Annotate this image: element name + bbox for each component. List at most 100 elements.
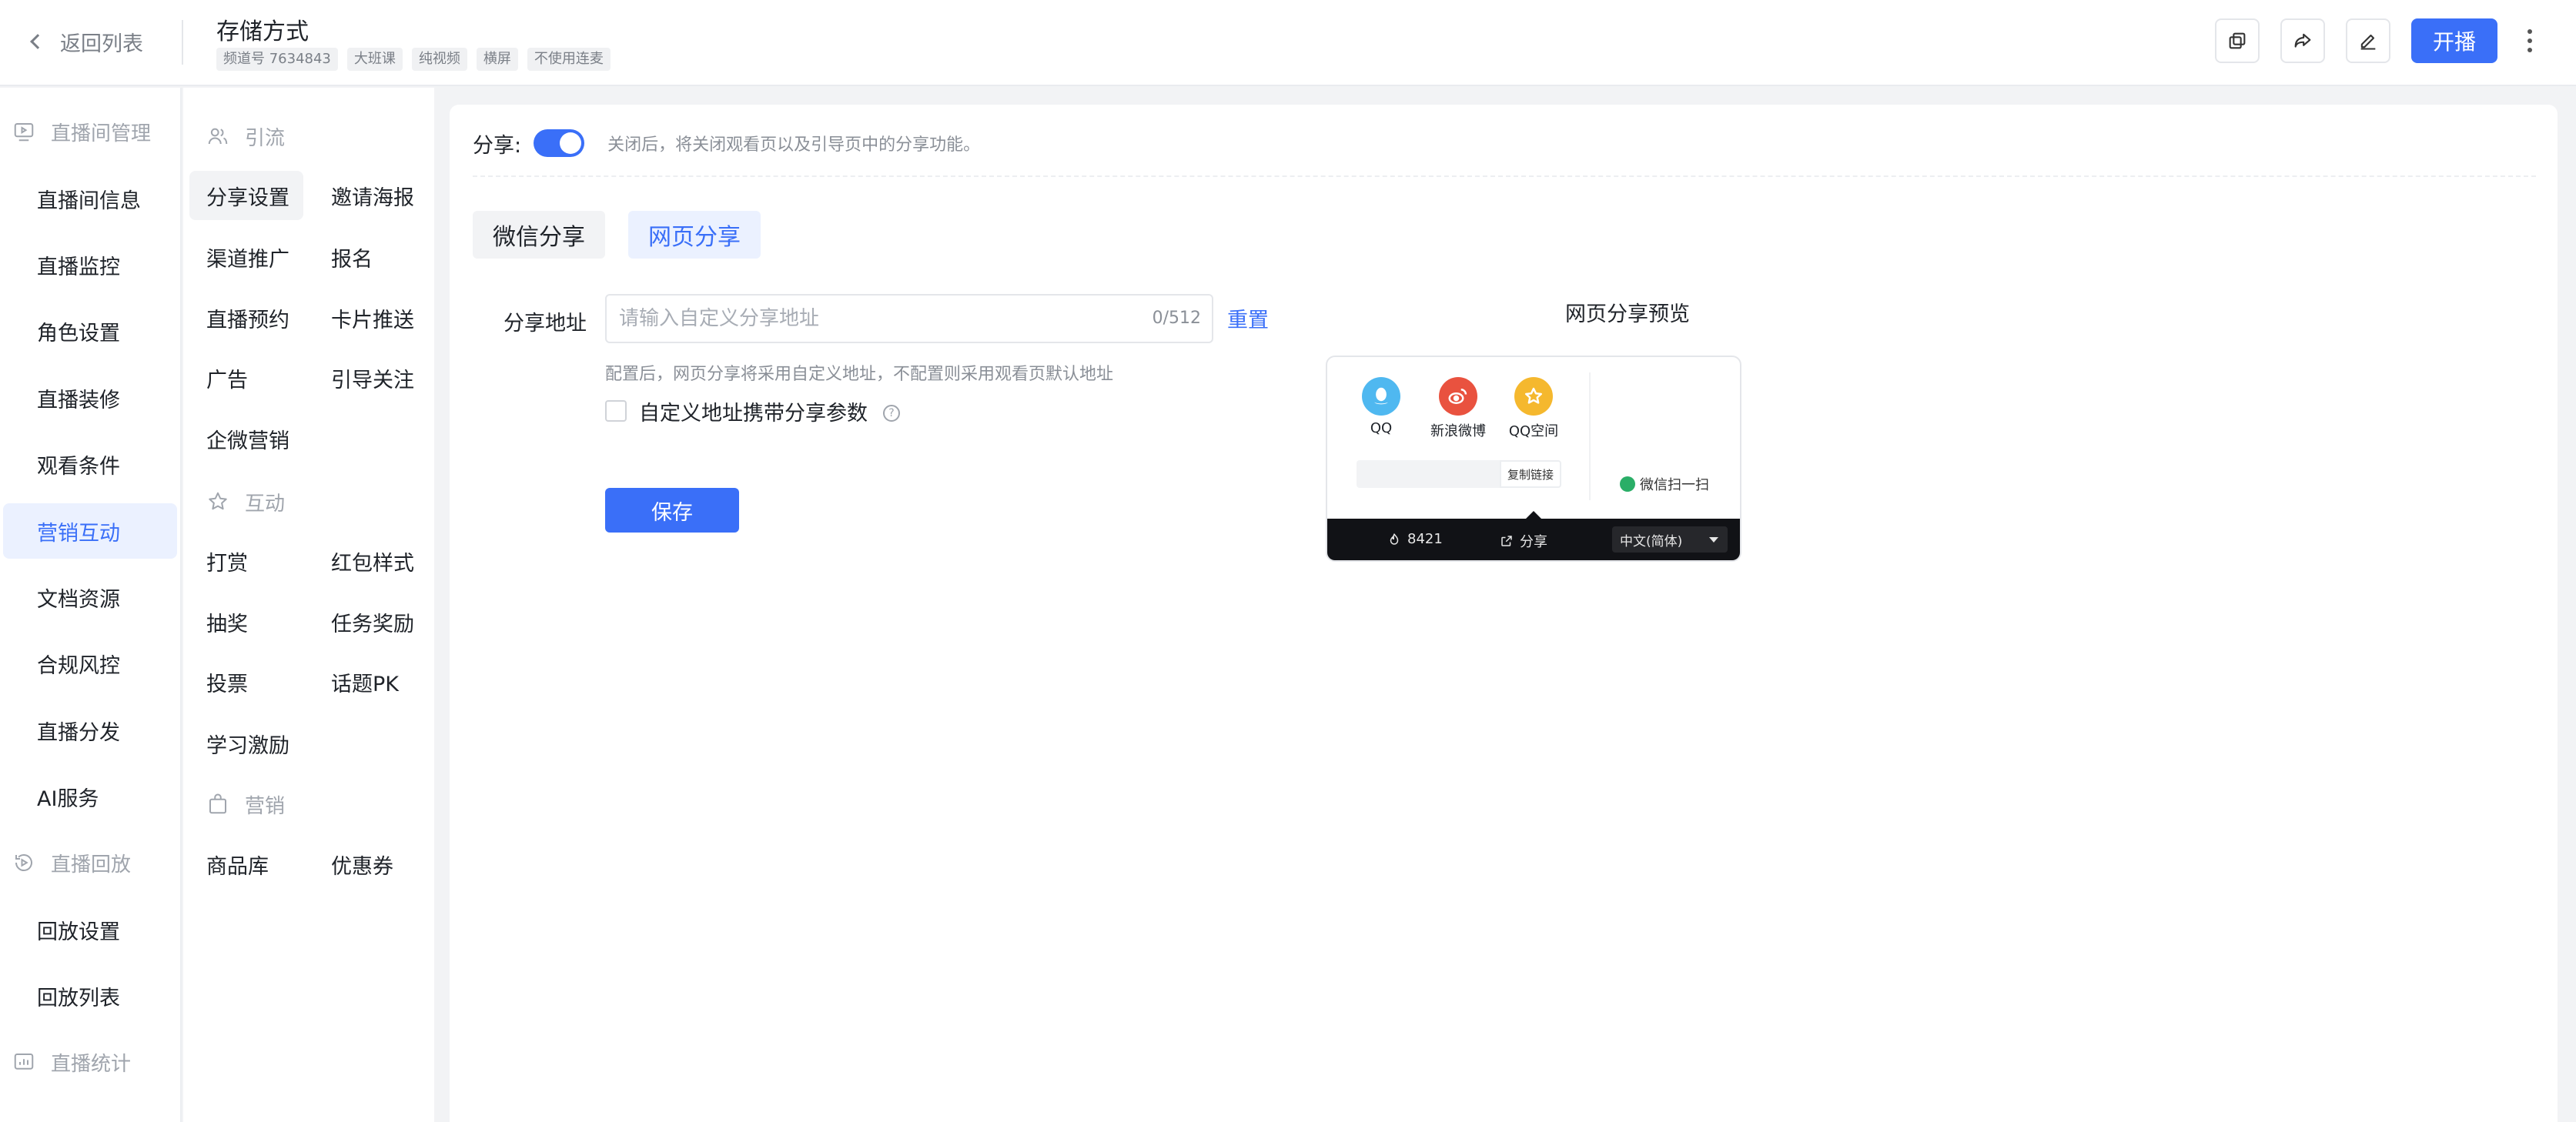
- subnav-item-topic-pk[interactable]: 话题PK: [331, 657, 399, 706]
- subnav-group-hudong: 互动: [206, 483, 285, 521]
- more-icon[interactable]: [2514, 18, 2545, 63]
- edit-button[interactable]: [2346, 18, 2390, 63]
- carry-params-row: 自定义地址携带分享参数 ?: [605, 397, 900, 426]
- sidebar-group-label: 直播回放: [51, 853, 132, 877]
- preview-social-qq: QQ: [1350, 377, 1412, 436]
- subnav-item-card-push[interactable]: 卡片推送: [331, 293, 414, 342]
- channel-tags: 频道号 7634843 大班课 纯视频 横屏 不使用连麦: [216, 48, 611, 71]
- chevron-left-icon: [30, 34, 45, 49]
- subnav-item-channel-promo[interactable]: 渠道推广: [206, 232, 289, 282]
- preview-divider: [1589, 372, 1591, 500]
- share-hint: 关闭后，将关闭观看页以及引导页中的分享功能。: [607, 135, 981, 155]
- share-url-input[interactable]: [607, 296, 1138, 342]
- replay-icon: [15, 854, 32, 872]
- back-to-list-link[interactable]: 返回列表: [23, 26, 143, 57]
- sidebar-item-compliance[interactable]: 合规风控: [0, 636, 179, 691]
- page-title: 存储方式: [216, 18, 309, 45]
- sidebar-group-live-room: 直播间管理: [0, 109, 179, 155]
- sidebar-item-watch-conditions[interactable]: 观看条件: [0, 436, 179, 492]
- bag-icon: [209, 793, 226, 814]
- subnav-item-study-incentive[interactable]: 学习激励: [206, 719, 289, 768]
- subnav-item-reservation[interactable]: 直播预约: [206, 293, 289, 342]
- preview-link-box: [1357, 460, 1500, 488]
- subnav-item-coupon[interactable]: 优惠券: [331, 840, 393, 889]
- subnav-item-wecom-marketing[interactable]: 企微营销: [206, 414, 289, 463]
- sidebar-item-live-monitor[interactable]: 直播监控: [0, 237, 179, 292]
- preview-share-label: 分享: [1520, 534, 1547, 550]
- qzone-icon: [1514, 377, 1553, 416]
- sidebar-item-role-settings[interactable]: 角色设置: [0, 303, 179, 359]
- class-type-tag: 大班课: [346, 48, 403, 71]
- share-label: 分享:: [473, 133, 522, 158]
- header-divider: [182, 20, 183, 65]
- subnav-item-task-reward[interactable]: 任务奖励: [331, 597, 414, 646]
- sidebar-item-distribution[interactable]: 直播分发: [0, 703, 179, 758]
- subnav-item-share-settings[interactable]: 分享设置: [189, 171, 303, 220]
- sidebar-group-replay: 直播回放: [0, 840, 179, 886]
- subnav-item-follow-guide[interactable]: 引导关注: [331, 353, 414, 402]
- carry-params-label: 自定义地址携带分享参数: [639, 401, 868, 426]
- preview-view-count: 8421: [1387, 531, 1443, 547]
- help-icon[interactable]: ?: [883, 405, 900, 422]
- sidebar-item-doc-resources[interactable]: 文档资源: [0, 569, 179, 625]
- subnav-item-tip[interactable]: 打赏: [206, 536, 248, 586]
- carry-params-checkbox[interactable]: [605, 400, 627, 422]
- copy-icon: [2229, 32, 2246, 49]
- tab-wechat-share[interactable]: 微信分享: [473, 211, 605, 259]
- sidebar-item-live-info[interactable]: 直播间信息: [0, 171, 179, 226]
- external-share-icon: [1501, 536, 1512, 546]
- char-counter: 0/512: [1152, 309, 1201, 328]
- subnav-item-signup[interactable]: 报名: [331, 232, 373, 282]
- top-header: 返回列表 存储方式 频道号 7634843 大班课 纯视频 横屏 不使用连麦 开…: [0, 0, 2576, 86]
- preview-copy-button: 复制链接: [1500, 460, 1561, 488]
- share-url-field: 0/512: [605, 294, 1213, 343]
- social-label: QQ: [1370, 420, 1393, 436]
- caret-down-icon: [1709, 537, 1718, 543]
- subnav-item-redpacket-style[interactable]: 红包样式: [331, 536, 414, 586]
- social-label: QQ空间: [1508, 423, 1559, 439]
- start-live-button[interactable]: 开播: [2411, 18, 2497, 63]
- web-share-preview: QQ 新浪微博 QQ空间 复制链接 微信扫一扫 8421 分享 中文(简体): [1326, 356, 1741, 562]
- subnav-item-product-library[interactable]: 商品库: [206, 840, 269, 889]
- subnav-item-ads[interactable]: 广告: [206, 353, 248, 402]
- sidebar-item-replay-list[interactable]: 回放列表: [0, 968, 179, 1023]
- url-help-text: 配置后，网页分享将采用自定义地址，不配置则采用观看页默认地址: [605, 365, 1114, 384]
- live-room-icon: [14, 123, 34, 142]
- sidebar-item-ai-service[interactable]: AI服务: [0, 769, 179, 824]
- sidebar-item-live-decoration[interactable]: 直播装修: [0, 370, 179, 426]
- qq-icon: [1362, 377, 1400, 416]
- sidebar-item-replay-settings[interactable]: 回放设置: [0, 902, 179, 957]
- preview-pointer: [1526, 511, 1541, 519]
- sidebar-group-label: 直播间管理: [51, 122, 152, 145]
- subnav-group-label: 引流: [245, 126, 286, 150]
- save-button[interactable]: 保存: [605, 488, 739, 533]
- orientation-tag: 横屏: [476, 48, 518, 71]
- video-type-tag: 纯视频: [411, 48, 467, 71]
- view-count-text: 8421: [1407, 531, 1443, 547]
- main-panel: 分享: 关闭后，将关闭观看页以及引导页中的分享功能。 微信分享 网页分享 分享地…: [450, 105, 2558, 1122]
- share-button[interactable]: [2280, 18, 2325, 63]
- mic-link-tag: 不使用连麦: [527, 48, 611, 71]
- edit-icon: [2360, 34, 2376, 50]
- social-label: 新浪微博: [1430, 423, 1486, 439]
- preview-wechat-scan: 微信扫一扫: [1620, 474, 1709, 494]
- star-icon: [209, 492, 227, 510]
- copy-button[interactable]: [2215, 18, 2260, 63]
- tab-web-share[interactable]: 网页分享: [628, 211, 761, 259]
- sidebar-item-marketing-interaction[interactable]: 营销互动: [3, 503, 177, 559]
- subnav-group-label: 营销: [245, 794, 286, 818]
- header-actions: 开播: [2215, 18, 2545, 63]
- share-toggle[interactable]: [534, 129, 585, 157]
- reset-link[interactable]: 重置: [1227, 303, 1269, 333]
- subnav-item-lottery[interactable]: 抽奖: [206, 597, 248, 646]
- share-toggle-row: 分享: 关闭后，将关闭观看页以及引导页中的分享功能。: [473, 125, 980, 162]
- sidebar-group-stats: 直播统计: [0, 1039, 179, 1085]
- subnav-item-vote[interactable]: 投票: [206, 657, 248, 706]
- section-divider: [473, 175, 2536, 177]
- preview-social-weibo: 新浪微博: [1427, 377, 1489, 440]
- subnav-item-invite-poster[interactable]: 邀请海报: [331, 171, 414, 220]
- preview-copy-link: 复制链接: [1357, 460, 1561, 488]
- share-url-label: 分享地址: [503, 312, 587, 336]
- preview-bottom-bar: 8421 分享 中文(简体): [1327, 511, 1740, 560]
- share-icon: [2294, 33, 2311, 48]
